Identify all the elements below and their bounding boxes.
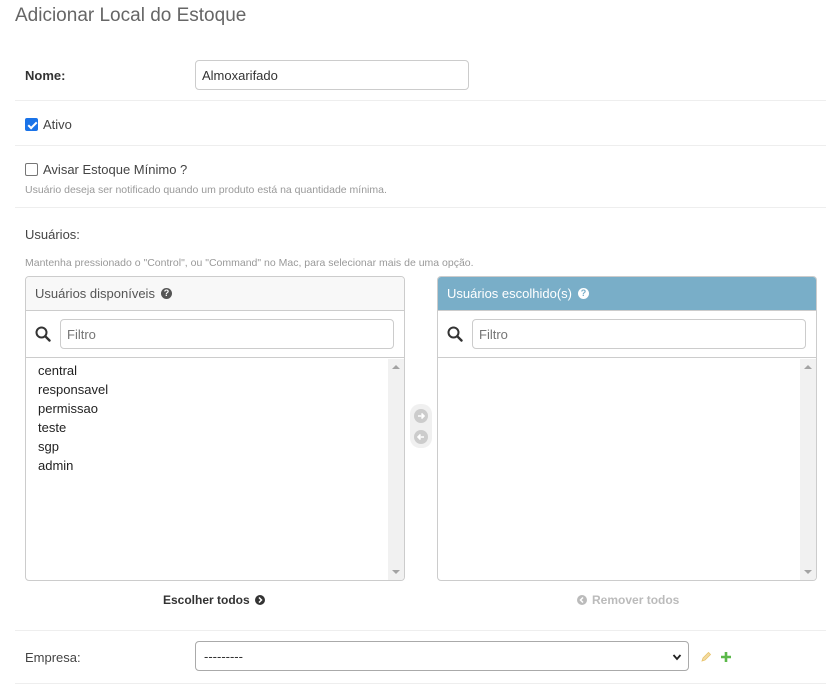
pencil-icon[interactable] (700, 651, 712, 663)
page-title: Adicionar Local do Estoque (15, 5, 247, 26)
ativo-checkbox[interactable] (25, 118, 38, 131)
avisar-checkbox[interactable] (25, 163, 38, 176)
chevron-down-icon (672, 654, 682, 661)
nome-label: Nome: (25, 68, 66, 83)
ativo-label: Ativo (43, 117, 72, 132)
empresa-selected-value: --------- (204, 648, 243, 664)
nome-input[interactable] (195, 60, 469, 90)
avisar-label: Avisar Estoque Mínimo ? (43, 162, 188, 177)
avisar-help: Usuário deseja ser notificado quando um … (25, 184, 387, 196)
usuarios-row (15, 208, 826, 631)
ativo-row: Ativo (15, 101, 826, 146)
avisar-row: Avisar Estoque Mínimo ? Usuário deseja s… (15, 146, 826, 208)
empresa-select[interactable]: --------- (195, 641, 689, 671)
empresa-label: Empresa: (25, 650, 81, 665)
plus-icon[interactable] (720, 651, 732, 663)
